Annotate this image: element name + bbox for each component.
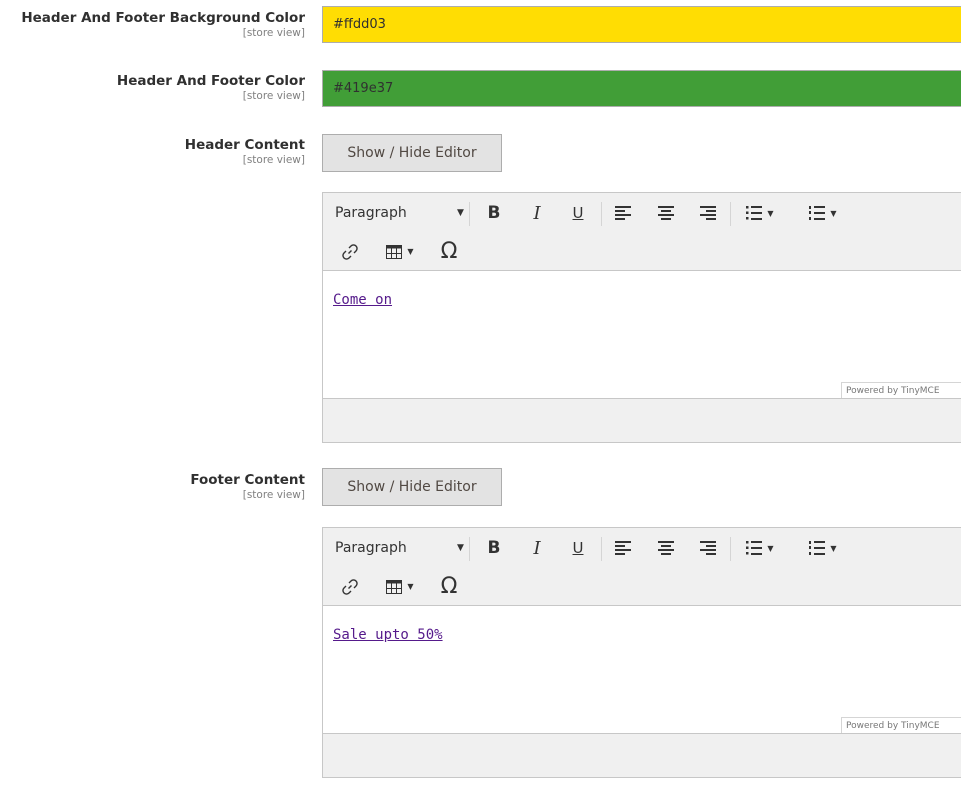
underline-icon: U	[572, 539, 584, 557]
text-color-scope: [store view]	[242, 90, 305, 102]
toolbar-divider	[469, 202, 470, 226]
align-left-icon	[615, 541, 631, 555]
bg-color-scope: [store view]	[242, 27, 305, 39]
align-right-icon	[700, 206, 716, 220]
special-character-button[interactable]: Ω	[435, 568, 463, 605]
format-select-label: Paragraph	[335, 540, 407, 556]
bold-button[interactable]: B	[483, 193, 505, 233]
toolbar-divider	[730, 202, 731, 226]
chevron-down-icon: ▼	[830, 543, 837, 553]
italic-button[interactable]: I	[526, 193, 548, 233]
align-center-icon	[658, 541, 674, 555]
toolbar-divider	[601, 537, 602, 561]
text-color-label: Header And Footer Color [store view]	[117, 73, 305, 102]
bg-color-label: Header And Footer Background Color [stor…	[21, 10, 305, 39]
align-left-icon	[615, 206, 631, 220]
header-editor-toolbar: Paragraph ▼ B I U ▼ ▼ ▼ Ω	[323, 193, 961, 271]
text-color-title: Header And Footer Color	[116, 73, 305, 89]
link-icon	[342, 578, 358, 595]
bold-button[interactable]: B	[483, 528, 505, 568]
numbered-list-icon	[809, 541, 826, 555]
toolbar-divider	[601, 202, 602, 226]
align-center-button[interactable]	[654, 528, 678, 568]
link-button[interactable]	[337, 233, 363, 270]
footer-content-title: Footer Content	[190, 472, 305, 488]
table-button[interactable]: ▼	[381, 568, 419, 605]
header-toggle-editor-button[interactable]: Show / Hide Editor	[322, 134, 502, 172]
footer-editor-statusbar	[323, 734, 961, 777]
table-button[interactable]: ▼	[381, 233, 419, 270]
bullet-list-button[interactable]: ▼	[739, 193, 781, 233]
footer-content-link[interactable]: Sale upto 50%	[333, 627, 443, 643]
bullet-list-button[interactable]: ▼	[739, 528, 781, 568]
footer-content-scope: [store view]	[242, 489, 305, 501]
toolbar-divider	[469, 537, 470, 561]
underline-icon: U	[572, 204, 584, 222]
text-color-input[interactable]	[322, 70, 961, 107]
header-content-link[interactable]: Come on	[333, 292, 392, 308]
link-icon	[342, 243, 358, 260]
bullet-list-icon	[746, 206, 763, 220]
header-editor: Paragraph ▼ B I U ▼ ▼ ▼ Ω Come on Powere…	[322, 192, 961, 443]
italic-button[interactable]: I	[526, 528, 548, 568]
align-center-icon	[658, 206, 674, 220]
align-right-button[interactable]	[696, 193, 720, 233]
config-page: Header And Footer Background Color [stor…	[0, 0, 961, 811]
footer-editor: Paragraph ▼ B I U ▼ ▼ ▼ Ω Sale upto 50% …	[322, 527, 961, 778]
bullet-list-icon	[746, 541, 763, 555]
footer-editor-content[interactable]: Sale upto 50% Powered by TinyMCE	[323, 606, 961, 734]
chevron-down-icon: ▼	[457, 208, 464, 218]
bg-color-title: Header And Footer Background Color	[21, 10, 305, 26]
align-right-button[interactable]	[696, 528, 720, 568]
chevron-down-icon: ▼	[767, 543, 774, 553]
footer-content-label: Footer Content [store view]	[190, 472, 305, 501]
align-left-button[interactable]	[611, 528, 635, 568]
chevron-down-icon: ▼	[830, 208, 837, 218]
chevron-down-icon: ▼	[457, 543, 464, 553]
numbered-list-icon	[809, 206, 826, 220]
table-icon	[386, 244, 403, 259]
powered-by-tinymce[interactable]: Powered by TinyMCE	[841, 382, 961, 398]
format-select[interactable]: Paragraph ▼	[335, 528, 467, 568]
chevron-down-icon: ▼	[407, 247, 414, 256]
underline-button[interactable]: U	[567, 528, 589, 568]
footer-toggle-editor-button[interactable]: Show / Hide Editor	[322, 468, 502, 506]
align-left-button[interactable]	[611, 193, 635, 233]
special-character-button[interactable]: Ω	[435, 233, 463, 270]
header-content-title: Header Content	[184, 137, 305, 153]
chevron-down-icon: ▼	[407, 582, 414, 591]
header-content-scope: [store view]	[242, 154, 305, 166]
numbered-list-button[interactable]: ▼	[801, 528, 845, 568]
link-button[interactable]	[337, 568, 363, 605]
toolbar-divider	[730, 537, 731, 561]
footer-editor-toolbar: Paragraph ▼ B I U ▼ ▼ ▼ Ω	[323, 528, 961, 606]
format-select-label: Paragraph	[335, 205, 407, 221]
align-center-button[interactable]	[654, 193, 678, 233]
header-content-label: Header Content [store view]	[185, 137, 305, 166]
header-editor-content[interactable]: Come on Powered by TinyMCE	[323, 271, 961, 399]
align-right-icon	[700, 541, 716, 555]
table-icon	[386, 579, 403, 594]
format-select[interactable]: Paragraph ▼	[335, 193, 467, 233]
numbered-list-button[interactable]: ▼	[801, 193, 845, 233]
underline-button[interactable]: U	[567, 193, 589, 233]
header-editor-statusbar	[323, 399, 961, 442]
powered-by-tinymce[interactable]: Powered by TinyMCE	[841, 717, 961, 733]
bg-color-input[interactable]	[322, 6, 961, 43]
chevron-down-icon: ▼	[767, 208, 774, 218]
